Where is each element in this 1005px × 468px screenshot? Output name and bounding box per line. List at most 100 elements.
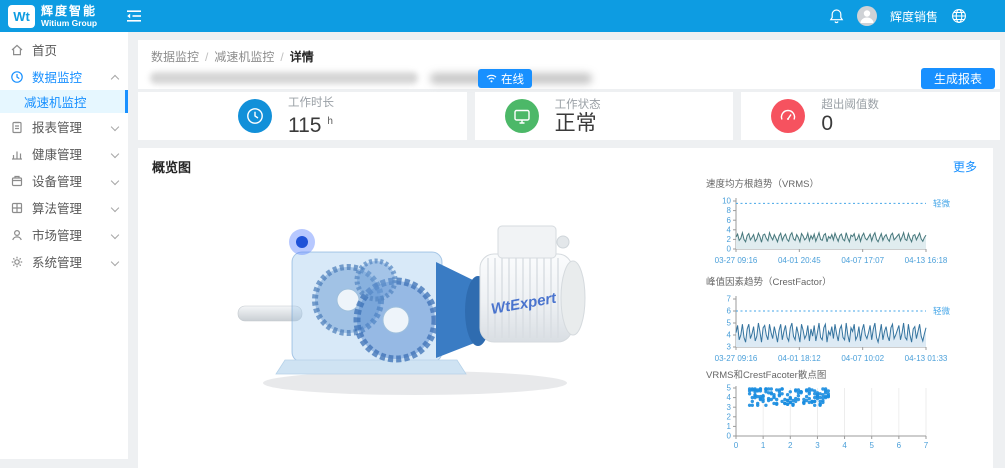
svg-text:3: 3 <box>727 403 732 412</box>
svg-text:4: 4 <box>842 441 847 450</box>
svg-text:5: 5 <box>727 384 732 393</box>
sidebar-item-label: 系统管理 <box>32 252 82 271</box>
sidebar-item-label: 首页 <box>32 40 57 59</box>
user-name[interactable]: 辉度销售 <box>890 8 938 25</box>
breadcrumb-item-0[interactable]: 数据监控 <box>151 48 199 65</box>
svg-text:4: 4 <box>727 393 732 402</box>
svg-text:04-13 16:18: 04-13 16:18 <box>905 256 948 265</box>
svg-text:7: 7 <box>924 441 929 450</box>
svg-text:4: 4 <box>727 225 732 234</box>
sidebar-item-1[interactable]: 数据监控 <box>0 63 128 90</box>
sidebar-item-4[interactable]: 健康管理 <box>0 140 128 167</box>
stat-card-threshold-exceed: 超出阈值数 0 <box>741 92 1000 140</box>
health-icon <box>10 147 24 161</box>
svg-text:04-01 20:45: 04-01 20:45 <box>778 256 821 265</box>
overview-title: 概览图 <box>152 157 191 176</box>
gearbox-3d-view: WtExpert <box>230 190 590 402</box>
generate-report-button[interactable]: 生成报表 <box>921 68 995 89</box>
svg-text:10: 10 <box>722 197 731 206</box>
svg-text:2: 2 <box>788 441 793 450</box>
svg-text:8: 8 <box>727 206 732 215</box>
chart-title: 速度均方根趋势（VRMS） <box>706 176 993 190</box>
stat-label: 工作状态 <box>555 98 601 112</box>
svg-text:6: 6 <box>727 216 732 225</box>
svg-text:3: 3 <box>815 441 820 450</box>
svg-text:03-27 09:16: 03-27 09:16 <box>715 256 758 265</box>
globe-icon[interactable] <box>951 8 967 24</box>
svg-text:4: 4 <box>727 331 732 340</box>
chevron-down-icon <box>111 231 118 238</box>
brand-area: Wt 辉度智能 Witium Group <box>0 5 120 28</box>
svg-text:04-13 01:33: 04-13 01:33 <box>905 354 948 363</box>
breadcrumb-item-2: 详情 <box>290 48 314 65</box>
stat-label: 超出阈值数 <box>821 98 879 112</box>
overview-card: 概览图 更多 <box>138 148 993 468</box>
svg-text:轻微: 轻微 <box>933 198 951 208</box>
clock-icon <box>238 99 272 133</box>
stat-unit: h <box>327 116 333 127</box>
svg-text:6: 6 <box>727 307 732 316</box>
chevron-up-icon <box>111 73 118 80</box>
sidebar-item-label: 报表管理 <box>32 117 82 136</box>
chart-title: 峰值因素趋势（CrestFactor） <box>706 274 993 288</box>
user-avatar[interactable] <box>857 6 877 26</box>
menu-fold-icon[interactable] <box>126 9 142 23</box>
chevron-down-icon <box>111 177 118 184</box>
svg-text:04-07 17:07: 04-07 17:07 <box>841 256 884 265</box>
sidebar-item-label: 算法管理 <box>32 198 82 217</box>
breadcrumb-separator: / <box>205 50 208 64</box>
more-link[interactable]: 更多 <box>953 158 977 175</box>
brand-logo[interactable]: Wt <box>8 5 35 28</box>
shadow <box>263 371 567 395</box>
vrms-trend-chart: 速度均方根趋势（VRMS） 0246810轻微03-27 09:1604-01 … <box>700 176 993 273</box>
stat-card-working-status: 工作状态 正常 <box>475 92 734 140</box>
svg-text:03-27 09:16: 03-27 09:16 <box>715 354 758 363</box>
svg-text:6: 6 <box>897 441 902 450</box>
crestfactor-trend-chart: 峰值因素趋势（CrestFactor） 34567轻微03-27 09:1604… <box>700 274 993 371</box>
sidebar-subitem-2[interactable]: 减速机监控 <box>0 90 128 113</box>
breadcrumb: 数据监控 / 减速机监控 / 详情 <box>151 48 314 65</box>
online-label: 在线 <box>501 71 524 87</box>
stat-value: 正常 <box>555 112 597 135</box>
sidebar-item-6[interactable]: 算法管理 <box>0 194 128 221</box>
sidebar-item-5[interactable]: 设备管理 <box>0 167 128 194</box>
sidebar-item-label: 设备管理 <box>32 171 82 190</box>
gauge-icon <box>771 99 805 133</box>
svg-text:0: 0 <box>727 245 732 254</box>
chevron-down-icon <box>111 258 118 265</box>
app-header: Wt 辉度智能 Witium Group 辉度销售 <box>0 0 1005 32</box>
svg-text:0: 0 <box>734 441 739 450</box>
chart-title: VRMS和CrestFacoter散点图 <box>706 367 993 381</box>
svg-text:3: 3 <box>727 343 732 352</box>
sidebar-item-label: 市场管理 <box>32 225 82 244</box>
vrms-crestfactor-scatter-chart: VRMS和CrestFacoter散点图 01234501234567 <box>700 367 993 452</box>
chevron-down-icon <box>111 150 118 157</box>
home-icon <box>10 43 24 57</box>
sidebar: 首页数据监控减速机监控报表管理健康管理设备管理算法管理市场管理系统管理 <box>0 32 128 459</box>
wifi-icon <box>486 74 497 83</box>
svg-text:04-01 18:12: 04-01 18:12 <box>778 354 821 363</box>
screen-icon <box>505 99 539 133</box>
stat-value: 0 <box>821 112 833 135</box>
chart-plot: 34567轻微03-27 09:1604-01 18:1204-07 10:02… <box>700 291 993 371</box>
sidebar-item-0[interactable]: 首页 <box>0 36 128 63</box>
svg-text:5: 5 <box>727 319 732 328</box>
brand-name: 辉度智能 <box>41 5 97 18</box>
report-icon <box>10 120 24 134</box>
bell-icon[interactable] <box>829 8 844 24</box>
sensor-marker[interactable] <box>289 229 315 255</box>
sidebar-item-8[interactable]: 系统管理 <box>0 248 128 275</box>
sidebar-item-3[interactable]: 报表管理 <box>0 113 128 140</box>
device-name-redacted <box>150 72 418 84</box>
svg-text:1: 1 <box>761 441 766 450</box>
svg-text:1: 1 <box>727 422 732 431</box>
market-icon <box>10 228 24 242</box>
sidebar-subitem-label: 减速机监控 <box>24 92 87 111</box>
sidebar-item-7[interactable]: 市场管理 <box>0 221 128 248</box>
chart-plot: 01234501234567 <box>700 384 993 452</box>
breadcrumb-item-1[interactable]: 减速机监控 <box>214 48 274 65</box>
sidebar-item-label: 健康管理 <box>32 144 82 163</box>
brand-subtitle: Witium Group <box>41 18 97 28</box>
breadcrumb-separator: / <box>280 50 283 64</box>
svg-text:2: 2 <box>727 412 732 421</box>
